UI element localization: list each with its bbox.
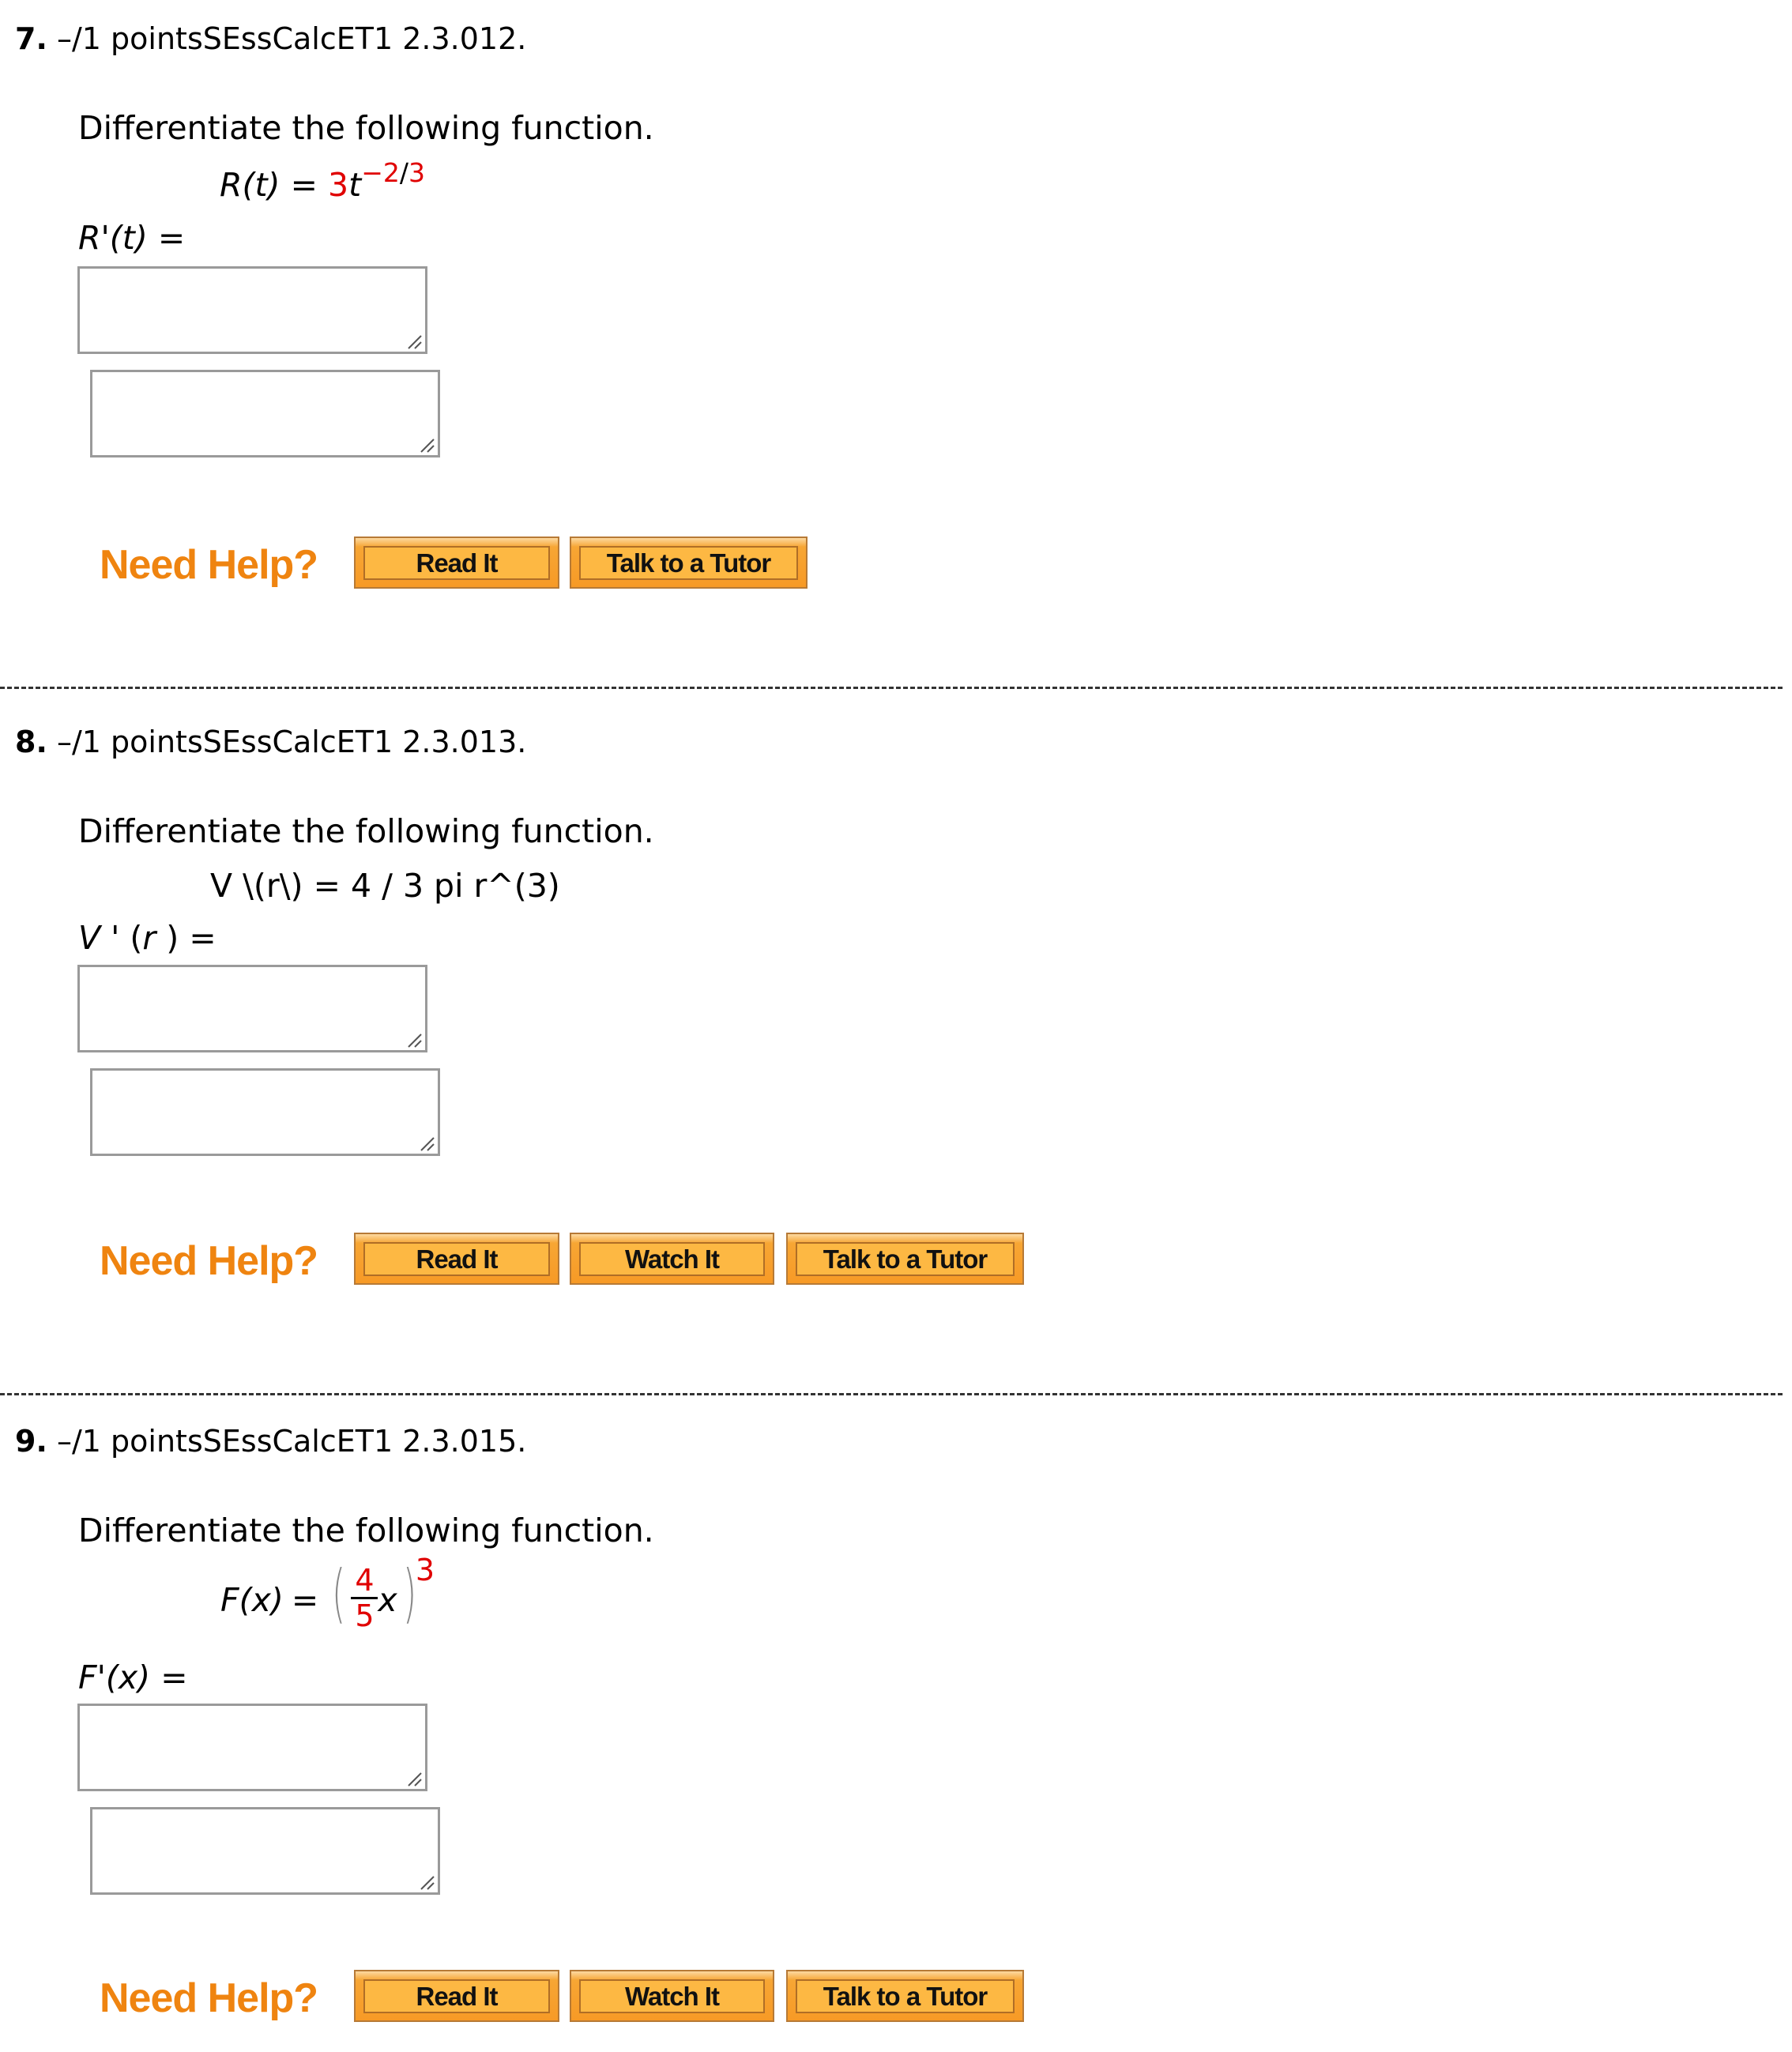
function-lhs: F(x) [220,1580,284,1619]
question-divider [0,1393,1783,1395]
question-points: –/1 points [56,21,203,56]
need-help-label: Need Help? [100,542,318,588]
answer-field-wrapper [77,965,427,1052]
function-lhs: R(t) [220,166,280,204]
left-paren: ( [332,1557,346,1630]
read-it-button[interactable]: Read It [354,1233,559,1285]
question-points: –/1 points [56,1424,203,1459]
talk-to-tutor-button[interactable]: Talk to a Tutor [786,1970,1024,2022]
question-instruction: Differentiate the following function. [78,812,654,850]
question-number: 8. [15,725,47,759]
answer-label: F'(x) = [78,1659,188,1696]
question-code: SEssCalcET1 2.3.015. [202,1424,527,1459]
answer-textarea[interactable] [77,1704,427,1791]
question-number: 7. [15,21,47,56]
question-instruction: Differentiate the following function. [78,109,654,147]
answer-label: V ' (r ) = [78,919,216,957]
question-code: SEssCalcET1 2.3.013. [202,725,527,759]
answer-field-wrapper [77,1704,427,1791]
function-expression: V \(r\) = 4 / 3 pi r^(3) [210,867,560,905]
function-coefficient: 3 [328,166,349,204]
function-variable: t [348,166,362,204]
read-it-button[interactable]: Read It [354,537,559,589]
work-field-wrapper [90,1068,440,1156]
talk-to-tutor-button[interactable]: Talk to a Tutor [786,1233,1024,1285]
question-header: 9. –/1 pointsSEssCalcET1 2.3.015. [15,1426,526,1456]
work-textarea[interactable] [90,1807,440,1895]
need-help-label: Need Help? [100,1975,318,2021]
function-expression: F(x) = ( 4 5 x ) 3 [220,1555,435,1640]
work-field-wrapper [90,370,440,457]
answer-textarea[interactable] [77,965,427,1052]
question-points: –/1 points [56,725,203,759]
question-header: 8. –/1 pointsSEssCalcET1 2.3.013. [15,727,526,757]
answer-label: R'(t) = [78,219,186,257]
work-textarea[interactable] [90,370,440,457]
watch-it-button[interactable]: Watch It [570,1970,774,2022]
question-number: 9. [15,1424,47,1459]
read-it-button[interactable]: Read It [354,1970,559,2022]
fraction-denominator: 5 [355,1598,375,1633]
question-code: SEssCalcET1 2.3.012. [202,21,527,56]
question-instruction: Differentiate the following function. [78,1512,654,1549]
function-exponent: 3 [415,1553,435,1587]
work-textarea[interactable] [90,1068,440,1156]
fraction: 4 5 [351,1565,378,1631]
watch-it-button[interactable]: Watch It [570,1233,774,1285]
function-variable: x [378,1580,397,1619]
question-header: 7. –/1 pointsSEssCalcET1 2.3.012. [15,24,526,54]
function-exponent: −2/3 [361,157,425,188]
function-expression: R(t) = 3t−2/3 [220,160,425,204]
right-paren: ) [402,1557,416,1630]
work-field-wrapper [90,1807,440,1895]
question-divider [0,687,1783,689]
answer-field-wrapper [77,266,427,354]
talk-to-tutor-button[interactable]: Talk to a Tutor [570,537,808,589]
need-help-label: Need Help? [100,1238,318,1284]
fraction-numerator: 4 [355,1562,375,1598]
answer-textarea[interactable] [77,266,427,354]
function-equals: = [290,166,318,204]
function-equals: = [291,1580,319,1619]
